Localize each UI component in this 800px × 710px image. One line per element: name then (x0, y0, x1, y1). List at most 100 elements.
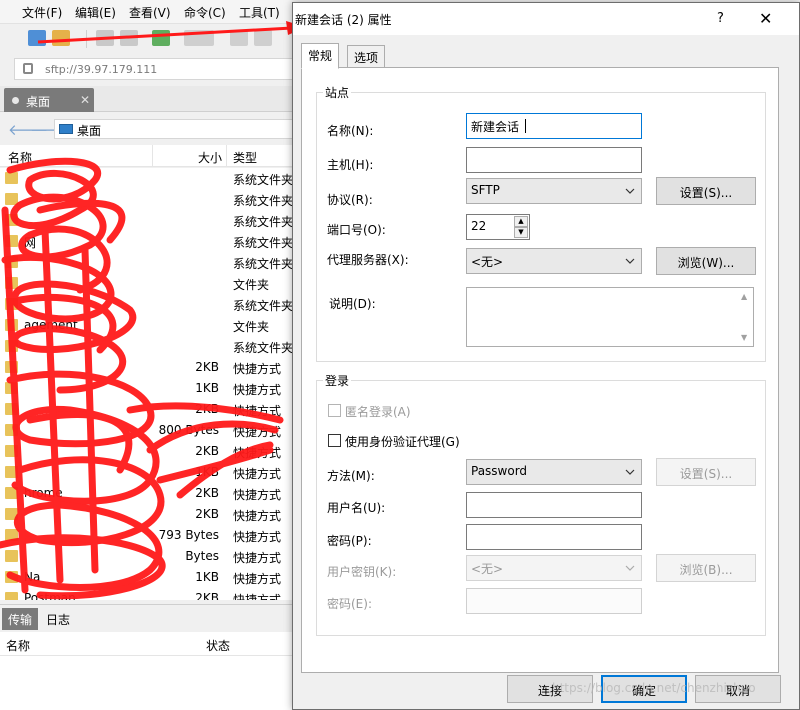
folder-icon (5, 466, 18, 478)
file-row[interactable]: 793 Bytes 快捷方式 (0, 525, 300, 546)
tab-log[interactable]: 日志 (40, 608, 76, 630)
anonymous-label: 匿名登录(A) (345, 405, 411, 419)
tab-close-icon[interactable]: ✕ (80, 93, 90, 107)
file-row[interactable]: 系统文件夹 (0, 168, 300, 189)
menu-edit[interactable]: 编辑(E) (75, 4, 116, 21)
tab-options[interactable]: 选项 (347, 45, 386, 68)
file-row[interactable]: 2KB 快捷方式 (0, 441, 300, 462)
scroll-down-icon[interactable]: ▼ (741, 333, 747, 342)
delete-icon[interactable] (120, 30, 138, 46)
scroll-up-icon[interactable]: ▲ (741, 292, 747, 301)
description-textarea[interactable]: ▲ ▼ (466, 287, 754, 347)
protocol-label: 协议(R): (327, 193, 373, 207)
tab-desktop[interactable]: 桌面 ✕ (4, 88, 94, 112)
name-input[interactable]: 新建会话 (466, 113, 642, 139)
column-type[interactable]: 类型 (233, 149, 257, 166)
agent-checkbox[interactable] (328, 434, 341, 447)
file-row[interactable]: agement 文件夹 (0, 315, 300, 336)
bottom-tabs: 传输 日志 (0, 604, 300, 630)
proxy-select[interactable]: <无> (466, 248, 642, 274)
tab-transfer[interactable]: 传输 (2, 608, 39, 630)
file-row[interactable]: 1KB 快捷方式 (0, 462, 300, 483)
file-row[interactable]: 系统文件夹 (0, 252, 300, 273)
column-divider[interactable] (226, 145, 227, 167)
folder-icon (5, 403, 18, 415)
folder-icon (5, 172, 18, 184)
new-session-icon[interactable] (28, 30, 46, 46)
tab-general[interactable]: 常规 (301, 43, 340, 69)
transfer-column-name[interactable]: 名称 (6, 637, 30, 654)
protocol-select[interactable]: SFTP (466, 178, 642, 204)
sync-icon[interactable] (230, 30, 248, 46)
file-row[interactable]: 文件夹 (0, 273, 300, 294)
menu-file[interactable]: 文件(F) (22, 4, 62, 21)
port-stepper[interactable]: 22 ▲ ▼ (466, 214, 530, 240)
file-row[interactable]: 2KB 快捷方式 (0, 504, 300, 525)
queue-icon[interactable] (184, 30, 214, 46)
ok-button[interactable]: 确定 (601, 675, 687, 703)
chevron-down-icon (625, 565, 635, 571)
stepper-up-icon[interactable]: ▲ (514, 216, 528, 227)
file-size: 2KB (195, 486, 219, 500)
port-label: 端口号(O): (327, 223, 386, 237)
dialog-titlebar[interactable]: 新建会话 (2) 属性 ? ✕ (293, 3, 799, 35)
transfer-column-status[interactable]: 状态 (206, 637, 230, 654)
connect-icon[interactable] (152, 30, 170, 46)
proxy-browse-button[interactable]: 浏览(W)... (656, 247, 756, 275)
cancel-button[interactable]: 取消 (695, 675, 781, 703)
file-type: 快捷方式 (233, 488, 282, 502)
passphrase-input[interactable] (466, 588, 642, 614)
file-row[interactable]: hrome 2KB 快捷方式 (0, 483, 300, 504)
help-button[interactable]: ? (717, 11, 724, 26)
file-type: 系统文件夹 (233, 236, 294, 250)
file-row[interactable]: 800 Bytes 快捷方式 (0, 420, 300, 441)
menu-command[interactable]: 命令(C) (184, 4, 226, 21)
protocol-settings-button[interactable]: 设置(S)... (656, 177, 756, 205)
file-row[interactable]: 系统文件夹 (0, 189, 300, 210)
preferences-icon[interactable] (254, 30, 272, 46)
column-name[interactable]: 名称 (8, 149, 32, 166)
file-row[interactable]: 网 系统文件夹 (0, 231, 300, 252)
method-settings-button[interactable]: 设置(S)... (656, 458, 756, 486)
method-select[interactable]: Password (466, 459, 642, 485)
anonymous-checkbox[interactable] (328, 404, 341, 417)
connect-button[interactable]: 连接 (507, 675, 593, 703)
file-row[interactable]: Postman 2KB 快捷方式 (0, 588, 300, 600)
stepper-down-icon[interactable]: ▼ (514, 227, 528, 238)
proxy-label: 代理服务器(X): (327, 253, 409, 267)
userkey-select[interactable]: <无> (466, 555, 642, 581)
file-type: 快捷方式 (233, 530, 282, 544)
column-divider[interactable] (152, 145, 153, 167)
path-box[interactable]: 桌面 (54, 119, 294, 139)
menu-view[interactable]: 查看(V) (129, 4, 171, 21)
file-size: 2KB (195, 360, 219, 374)
proxy-value: <无> (471, 255, 504, 269)
folder-icon (5, 256, 18, 268)
folder-icon (5, 361, 18, 373)
menu-tools[interactable]: 工具(T) (239, 4, 280, 21)
folder-icon (5, 445, 18, 457)
open-folder-icon[interactable] (52, 30, 70, 46)
transfer-list (0, 656, 300, 710)
userkey-label: 用户密钥(K): (327, 565, 397, 579)
file-row[interactable]: 系统文件夹 (0, 336, 300, 357)
username-input[interactable] (466, 492, 642, 518)
folder-icon (5, 550, 18, 562)
description-scrollbar[interactable]: ▲ ▼ (737, 288, 753, 346)
close-icon[interactable]: ✕ (759, 9, 772, 28)
file-row[interactable]: 2KB 快捷方式 (0, 357, 300, 378)
file-row[interactable]: 系统文件夹 (0, 294, 300, 315)
file-row[interactable]: Na 1KB 快捷方式 (0, 567, 300, 588)
column-size[interactable]: 大小 (198, 149, 222, 166)
file-row[interactable]: 2KB 快捷方式 (0, 399, 300, 420)
file-row[interactable]: 1KB 快捷方式 (0, 378, 300, 399)
password-input[interactable] (466, 524, 642, 550)
method-label: 方法(M): (327, 469, 375, 483)
address-bar[interactable]: sftp://39.97.179.111 (14, 58, 314, 80)
file-type: 文件夹 (233, 320, 270, 334)
userkey-browse-button[interactable]: 浏览(B)... (656, 554, 756, 582)
copy-icon[interactable] (96, 30, 114, 46)
file-row[interactable]: Bytes 快捷方式 (0, 546, 300, 567)
host-input[interactable] (466, 147, 642, 173)
file-row[interactable]: 系统文件夹 (0, 210, 300, 231)
